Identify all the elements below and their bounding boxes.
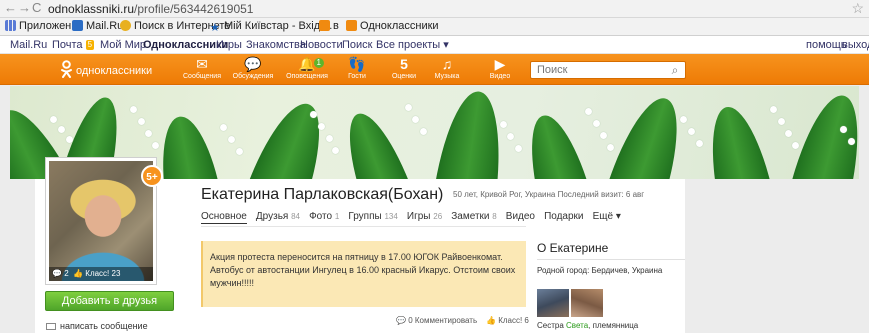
portal-link-search[interactable]: Поиск [342, 39, 372, 51]
bookmark-ok-short[interactable]: в [319, 20, 339, 33]
help-link[interactable]: помощь [806, 39, 847, 51]
portal-link-all-projects[interactable]: Все проекты ▾ [376, 39, 449, 51]
toolbar-guests[interactable]: 👣 Гости [335, 57, 379, 81]
portal-link-news[interactable]: Новости [300, 39, 343, 51]
bookmark-kyivstar[interactable]: ★ Мій Київстар - Вхід ... [210, 20, 332, 34]
like-link[interactable]: 👍 Класс! 6 [486, 316, 529, 326]
portal-link-moimir[interactable]: Мой Мир [100, 39, 146, 51]
photo-comments-count: 2 [64, 269, 69, 278]
logout-link[interactable]: выход [842, 39, 869, 51]
about-divider [537, 259, 685, 260]
relative-photo[interactable] [537, 289, 569, 317]
notifications-badge: 1 [313, 58, 324, 68]
toolbar-notifications[interactable]: 🔔 Оповещения 1 [285, 57, 329, 81]
photo-stats: 💬 2 👍 Класс! 23 [49, 267, 153, 281]
relatives-caption: Сестра Света, племянница [537, 321, 639, 330]
tab-gifts[interactable]: Подарки [544, 211, 583, 223]
chat-icon: 💬 [244, 56, 262, 72]
envelope-icon [46, 323, 56, 330]
avatar[interactable]: 💬 2 👍 Класс! 23 5+ [45, 157, 163, 285]
portal-link-mail[interactable]: Почта 5 [52, 39, 95, 51]
portal-link-mailru[interactable]: Mail.Ru [10, 39, 47, 51]
toolbar-music[interactable]: ♫ Музыка [425, 57, 469, 81]
odnoklassniki-icon [346, 20, 357, 31]
bookmark-mailru[interactable]: Mail.Ru [72, 20, 123, 33]
toolbar-video[interactable]: ▶ Видео [478, 57, 522, 81]
photo-likes: Класс! 23 [85, 269, 121, 278]
rating-5plus-badge: 5+ [141, 165, 163, 187]
status-notice: Акция протеста переносится на пятницу в … [201, 241, 526, 307]
write-message-link[interactable]: написать сообщение [46, 321, 148, 331]
ok-logo[interactable]: одноклассники [60, 60, 152, 80]
tab-main[interactable]: Основное [201, 211, 247, 224]
search-icon[interactable]: ⌕ [666, 62, 684, 78]
url-field[interactable]: odnoklassniki.ru/profile/563442619051 [48, 2, 253, 16]
profile-tabs: Основное Друзья 84 Фото 1 Группы 134 Игр… [201, 210, 627, 224]
bookmarks-bar: Приложения Mail.Ru Поиск в Интернете ★ Мі… [0, 18, 869, 36]
rating-icon: 5 [400, 56, 408, 72]
toolbar-ratings[interactable]: 5 Оценки [382, 57, 426, 81]
relative-link[interactable]: Света [566, 321, 588, 330]
ok-logo-text: одноклассники [76, 65, 153, 77]
tab-notes[interactable]: Заметки 8 [451, 211, 496, 223]
tab-games[interactable]: Игры 26 [407, 211, 442, 223]
portal-link-dating[interactable]: Знакомства [246, 39, 306, 51]
relative-photo[interactable] [571, 289, 603, 317]
tab-photos[interactable]: Фото 1 [309, 211, 339, 223]
profile-photo[interactable]: 💬 2 👍 Класс! 23 [49, 161, 153, 281]
profile-name: Екатерина Парлаковская(Бохан) [201, 186, 444, 203]
tab-video[interactable]: Видео [506, 211, 535, 223]
portal-link-games[interactable]: Игры [216, 39, 242, 51]
url-path: /profile/563442619051 [134, 2, 254, 16]
envelope-icon: ✉ [196, 56, 208, 72]
search-input[interactable] [530, 61, 686, 79]
browser-address-bar: ← → C odnoklassniki.ru/profile/563442619… [0, 0, 869, 18]
toolbar-discussions[interactable]: 💬 Обсуждения [231, 57, 275, 81]
bookmark-odnoklassniki[interactable]: Одноклассники [346, 20, 439, 33]
mail-count-badge: 5 [85, 40, 95, 50]
odnoklassniki-icon [319, 20, 330, 31]
back-icon[interactable]: ← [4, 1, 17, 15]
portal-bar: Mail.Ru Почта 5 Мой Мир Одноклассники Иг… [0, 36, 869, 54]
apps-grid-icon [5, 20, 16, 31]
forward-icon[interactable]: → [18, 1, 31, 15]
bookmark-star-icon[interactable]: ☆ [851, 0, 864, 16]
url-host: odnoklassniki.ru [48, 2, 135, 16]
reload-icon[interactable]: C [32, 1, 41, 15]
toolbar-messages[interactable]: ✉ Сообщения [180, 57, 224, 81]
footprints-icon: 👣 [348, 56, 366, 72]
mailru-icon [72, 20, 83, 31]
status-text: Акция протеста переносится на пятницу в … [210, 252, 516, 288]
tab-groups[interactable]: Группы 134 [348, 211, 397, 223]
profile-meta: 50 лет, Кривой Рог, Украина Последний ви… [453, 190, 645, 199]
kyivstar-star-icon: ★ [210, 22, 220, 34]
tab-friends[interactable]: Друзья 84 [256, 211, 300, 223]
tabs-divider [201, 226, 526, 227]
ok-toolbar: одноклассники ✉ Сообщения 💬 Обсуждения 🔔… [0, 54, 869, 85]
ok-logo-icon [61, 60, 72, 78]
add-friend-button[interactable]: Добавить в друзья [45, 291, 174, 311]
comment-link[interactable]: 💬 0 Комментировать [396, 316, 477, 326]
search-bookmark-icon [120, 20, 131, 31]
music-icon: ♫ [441, 56, 453, 72]
video-icon: ▶ [494, 56, 506, 72]
tab-more[interactable]: Ещё ▾ [593, 211, 621, 223]
hometown: Родной город: Бердичев, Украина [537, 266, 663, 275]
about-title: О Екатерине [537, 241, 609, 255]
